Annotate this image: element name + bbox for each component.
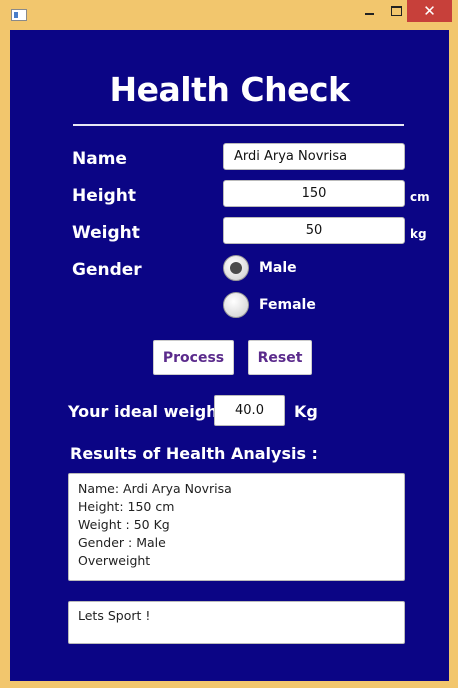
gender-label: Gender bbox=[72, 260, 142, 280]
height-label: Height bbox=[72, 186, 136, 206]
minimize-button[interactable] bbox=[354, 0, 384, 22]
ideal-weight-unit: Kg bbox=[294, 402, 318, 421]
close-button[interactable]: ✕ bbox=[407, 0, 452, 22]
advice-text: Lets Sport ! bbox=[78, 608, 151, 623]
app-icon bbox=[11, 9, 27, 21]
minimize-icon bbox=[364, 13, 374, 15]
result-line: Gender : Male bbox=[78, 535, 166, 550]
radio-male-label: Male bbox=[259, 260, 297, 276]
radio-button-selected[interactable] bbox=[223, 255, 249, 281]
title-divider bbox=[73, 124, 404, 126]
radio-female[interactable]: Female bbox=[223, 292, 316, 318]
result-line: Overweight bbox=[78, 553, 151, 568]
height-unit: cm bbox=[410, 190, 430, 204]
radio-button-unselected[interactable] bbox=[223, 292, 249, 318]
radio-dot-icon bbox=[230, 262, 242, 274]
result-line: Name: Ardi Arya Novrisa bbox=[78, 481, 232, 496]
result-line: Height: 150 cm bbox=[78, 499, 175, 514]
ideal-weight-field[interactable]: 40.0 bbox=[214, 395, 285, 426]
name-label: Name bbox=[72, 149, 127, 169]
advice-textarea[interactable]: Lets Sport ! bbox=[68, 601, 405, 644]
weight-label: Weight bbox=[72, 223, 140, 243]
result-line: Weight : 50 Kg bbox=[78, 517, 170, 532]
results-textarea[interactable]: Name: Ardi Arya Novrisa Height: 150 cm W… bbox=[68, 473, 405, 581]
form-panel: Health Check Name Ardi Arya Novrisa Heig… bbox=[10, 30, 449, 681]
close-icon: ✕ bbox=[423, 2, 436, 20]
page-title: Health Check bbox=[109, 70, 350, 109]
ideal-weight-label: Your ideal weight bbox=[68, 402, 226, 421]
name-field[interactable]: Ardi Arya Novrisa bbox=[223, 143, 405, 170]
title-bar: ✕ bbox=[0, 0, 458, 30]
results-label: Results of Health Analysis : bbox=[70, 444, 318, 463]
reset-button[interactable]: Reset bbox=[248, 340, 312, 375]
weight-field[interactable]: 50 bbox=[223, 217, 405, 244]
height-field[interactable]: 150 bbox=[223, 180, 405, 207]
radio-male[interactable]: Male bbox=[223, 255, 297, 281]
radio-female-label: Female bbox=[259, 297, 316, 313]
process-button[interactable]: Process bbox=[153, 340, 234, 375]
app-window: ✕ Health Check Name Ardi Arya Novrisa He… bbox=[0, 0, 458, 688]
maximize-icon bbox=[390, 6, 402, 16]
weight-unit: kg bbox=[410, 227, 427, 241]
